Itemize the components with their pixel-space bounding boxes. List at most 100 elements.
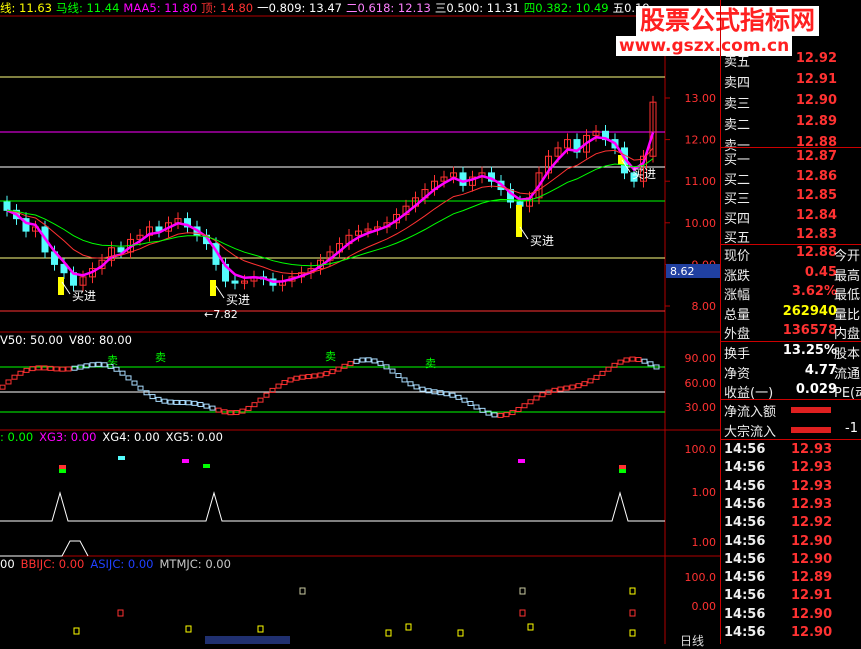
ind1-mark-16 <box>95 361 102 367</box>
stat1-4[interactable]: 外盘 136578 内盘 <box>721 323 861 342</box>
buy-level-3-label: 买三 <box>724 192 751 207</box>
sell-level-2[interactable]: 卖二 12.89 <box>721 114 861 133</box>
sell-level-4[interactable]: 卖四 12.91 <box>721 72 861 91</box>
candle-body-0 <box>3 201 11 211</box>
ind1-mark-96 <box>575 383 582 389</box>
sell-level-5-value: 12.92 <box>795 51 837 66</box>
ind1-mark-23 <box>137 385 144 391</box>
stat1-0[interactable]: 现价 12.88 今开 <box>721 245 861 264</box>
flow-row-0[interactable]: 净流入额 <box>721 401 861 420</box>
ind1-mark-76 <box>455 394 462 400</box>
buy-candle-2 <box>516 205 522 237</box>
stat1-0-value: 12.88 <box>795 245 837 260</box>
tick-time: 14:56 <box>724 478 766 494</box>
period-tag[interactable]: 日线 <box>680 632 704 649</box>
kline-svg[interactable]: 13.0012.0011.0010.009.008.008.62买进买进买进买进… <box>0 0 720 644</box>
ind1-mark-26 <box>155 396 162 402</box>
sell-level-2-value: 12.89 <box>795 114 837 129</box>
stat2-0-value: 13.25% <box>782 343 837 358</box>
ind1-mark-50 <box>299 374 306 380</box>
stat2-0[interactable]: 换手 13.25% 股本 <box>721 343 861 362</box>
sell-level-3-label: 卖三 <box>724 97 751 112</box>
tick-row: 14:56 12.93 <box>721 479 861 495</box>
ind2-signal-3 <box>182 459 189 463</box>
buy-candle-1 <box>210 280 216 296</box>
ind1-mark-20 <box>119 370 126 376</box>
ind1-mark-95 <box>569 384 576 390</box>
stat1-4-label: 外盘 <box>724 327 751 342</box>
ind3-title-2: ASIJC: 0.00 <box>90 557 154 571</box>
tick-time: 14:56 <box>724 460 766 476</box>
tick-price: 12.93 <box>791 478 833 494</box>
ind1-mark-46 <box>275 383 282 389</box>
ind1-mark-58 <box>347 361 354 367</box>
ind1-mark-29 <box>173 399 180 405</box>
tick-time: 14:56 <box>724 625 766 640</box>
buy-level-3[interactable]: 买三 12.85 <box>721 188 861 207</box>
sell-level-4-value: 12.91 <box>795 72 837 87</box>
buy-level-4[interactable]: 买四 12.84 <box>721 208 861 227</box>
ind3-mark-1 <box>299 587 306 595</box>
ind2-signal-2 <box>118 456 125 460</box>
sell-level-5[interactable]: 卖五 12.92 <box>721 51 861 70</box>
ind1-mark-67 <box>401 377 408 383</box>
stat1-1-value: 0.45 <box>804 264 837 280</box>
quote-panel: 卖五 12.92 卖四 12.91 卖三 12.90 卖二 12.89 卖一 12.88 买一 12.… <box>720 0 861 644</box>
sell-level-2-label: 卖二 <box>724 118 751 133</box>
stat2-0-label: 换手 <box>724 347 751 362</box>
stats-divider-2 <box>721 341 861 342</box>
ind1-mark-55 <box>329 369 336 375</box>
ind1-title-0: V50: 50.00 <box>0 333 63 347</box>
buy-level-2[interactable]: 买二 12.86 <box>721 169 861 188</box>
ind1-mark-104 <box>623 357 630 363</box>
ind1-mark-53 <box>317 372 324 378</box>
ind1-mark-21 <box>125 375 132 381</box>
ind3-title-1: BBIJC: 0.00 <box>20 557 85 571</box>
ind2-signal-1 <box>59 469 66 473</box>
ind1-mark-66 <box>395 373 402 379</box>
ind1-mark-43 <box>257 397 264 403</box>
sell-level-4-label: 卖四 <box>724 76 751 91</box>
tick-price: 12.91 <box>791 588 833 604</box>
chart-area[interactable]: 线: 11.63 马线: 11.44 MAA5: 11.80 顶: 14.80 一0.8… <box>0 0 720 648</box>
flow-value-1: -1 <box>845 421 858 436</box>
ind1-mark-94 <box>563 385 570 391</box>
tick-row: 14:56 12.93 <box>721 497 861 513</box>
stat1-4-ext: 内盘 <box>834 327 861 342</box>
tick-divider <box>721 439 861 440</box>
current-price-tag: 8.62 <box>670 265 695 278</box>
stat1-2[interactable]: 涨幅 3.62% 最低 <box>721 284 861 303</box>
tick-time: 14:56 <box>724 606 766 622</box>
candle-body-48 <box>459 172 467 186</box>
ind1-mark-77 <box>461 397 468 403</box>
ind1-mark-27 <box>161 398 168 404</box>
ind2-title-2: XG4: 0.00 <box>102 430 160 444</box>
buy-level-5-value: 12.83 <box>795 227 837 242</box>
ind1-axis-label-0: 90.00 <box>685 352 717 365</box>
sell-level-3[interactable]: 卖三 12.90 <box>721 93 861 112</box>
ma-purple <box>6 132 655 283</box>
price-axis-label-1: 12.00 <box>685 134 717 147</box>
stat1-4-value: 136578 <box>782 323 837 338</box>
flow-row-1[interactable]: 大宗流入 -1 <box>721 421 861 440</box>
scroll-date-tag <box>205 636 290 644</box>
ind3-title-0: 00 <box>0 557 15 571</box>
tick-time: 14:56 <box>724 442 766 457</box>
ind1-mark-47 <box>281 380 288 386</box>
ind1-mark-86 <box>515 406 522 412</box>
stat1-1[interactable]: 涨跌 0.45 最高 <box>721 265 861 284</box>
ind3-title-3: MTMJC: 0.00 <box>159 557 231 571</box>
tick-row: 14:56 12.93 <box>721 442 861 458</box>
stat1-1-ext: 最高 <box>834 268 861 284</box>
stat2-1-value: 4.77 <box>804 362 837 378</box>
stat1-0-ext: 今开 <box>834 249 861 264</box>
stat2-1[interactable]: 净资 4.77 流通 <box>721 363 861 382</box>
sell-level-3-value: 12.90 <box>795 93 837 108</box>
tick-row: 14:56 12.89 <box>721 570 861 586</box>
buy-level-1[interactable]: 买一 12.87 <box>721 149 861 168</box>
buy-level-1-label: 买一 <box>724 153 751 168</box>
ind1-mark-25 <box>149 394 156 400</box>
ind1-mark-90 <box>539 392 546 398</box>
ind1-mark-78 <box>467 400 474 406</box>
stat1-3[interactable]: 总量 262940 量比 <box>721 304 861 323</box>
